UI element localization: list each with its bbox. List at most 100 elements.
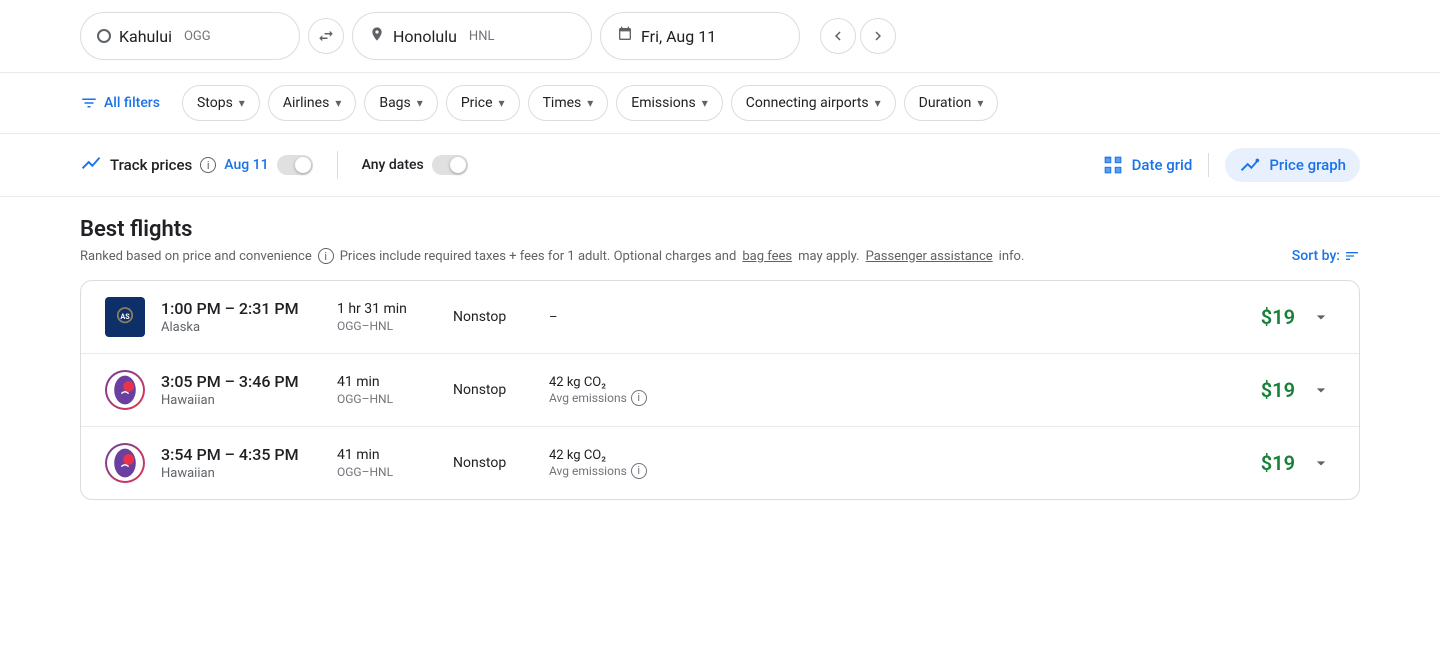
track-info-icon[interactable]: i [200, 157, 216, 173]
ranked-info-icon[interactable]: i [318, 248, 334, 264]
filter-bar: All filters Stops ▾ Airlines ▾ Bags ▾ Pr… [0, 73, 1440, 134]
all-filters-button[interactable]: All filters [80, 85, 174, 121]
origin-circle-icon [97, 29, 111, 43]
track-right-section: Date grid Price graph [1102, 148, 1360, 182]
emission-value-1: – [549, 310, 669, 325]
duration-label: Duration [919, 95, 972, 111]
hawaiian-logo-1 [105, 370, 145, 410]
calendar-icon [617, 26, 633, 46]
airlines-chevron-icon: ▾ [335, 96, 341, 110]
date-field[interactable]: Fri, Aug 11 [600, 12, 800, 60]
origin-city: Kahului [119, 27, 172, 46]
flight-airline-1: Alaska [161, 320, 321, 335]
price-value-1: $19 [1261, 305, 1295, 329]
price-graph-icon [1239, 154, 1261, 176]
may-apply-text: may apply. [798, 249, 859, 264]
times-chevron-icon: ▾ [587, 96, 593, 110]
flight-stops-1: Nonstop [453, 309, 533, 325]
expand-flight-3-button[interactable] [1307, 449, 1335, 477]
connecting-airports-label: Connecting airports [746, 95, 869, 111]
price-value-3: $19 [1261, 451, 1295, 475]
expand-flight-2-button[interactable] [1307, 376, 1335, 404]
chevron-down-icon [1311, 380, 1331, 400]
chevron-left-icon [829, 27, 847, 45]
flight-emissions-2: 42 kg CO₂ Avg emissions i [549, 375, 669, 406]
flight-route-1: OGG–HNL [337, 319, 437, 333]
emission-sub-3: Avg emissions i [549, 463, 669, 479]
swap-icon [317, 27, 335, 45]
destination-field[interactable]: Honolulu HNL [352, 12, 592, 60]
date-grid-label: Date grid [1132, 156, 1193, 174]
hawaiian-airlines-logo-image [107, 372, 143, 408]
flight-row[interactable]: AS 1:00 PM – 2:31 PM Alaska 1 hr 31 min … [81, 281, 1359, 354]
times-filter-button[interactable]: Times ▾ [528, 85, 609, 121]
any-dates-label: Any dates [362, 157, 424, 173]
flight-row[interactable]: 3:05 PM – 3:46 PM Hawaiian 41 min OGG–HN… [81, 354, 1359, 427]
duration-filter-button[interactable]: Duration ▾ [904, 85, 999, 121]
chevron-down-icon [1311, 307, 1331, 327]
destination-city: Honolulu [393, 27, 457, 46]
flight-duration-time-1: 1 hr 31 min [337, 301, 437, 317]
flight-duration-time-2: 41 min [337, 374, 437, 390]
chevron-down-icon [1311, 453, 1331, 473]
sort-by-button[interactable]: Sort by: [1292, 248, 1360, 264]
flight-stops-3: Nonstop [453, 455, 533, 471]
prev-date-button[interactable] [820, 18, 856, 54]
price-filter-button[interactable]: Price ▾ [446, 85, 520, 121]
flight-emissions-1: – [549, 310, 669, 325]
track-prices-chart-icon [80, 152, 102, 179]
next-date-button[interactable] [860, 18, 896, 54]
connecting-airports-chevron-icon: ▾ [875, 96, 881, 110]
destination-pin-icon [369, 26, 385, 46]
any-dates-toggle[interactable] [432, 155, 468, 175]
destination-code: HNL [469, 29, 495, 44]
price-label: Price [461, 95, 493, 111]
expand-flight-1-button[interactable] [1307, 303, 1335, 331]
flight-route-2: OGG–HNL [337, 392, 437, 406]
origin-code: OGG [184, 29, 211, 44]
track-left-section: Track prices i Aug 11 Any dates [80, 151, 1102, 179]
bag-fees-link[interactable]: bag fees [742, 249, 792, 264]
date-value: Fri, Aug 11 [641, 27, 716, 46]
bags-filter-button[interactable]: Bags ▾ [364, 85, 437, 121]
info-text: info. [999, 249, 1025, 264]
flight-time-range-3: 3:54 PM – 4:35 PM [161, 445, 321, 464]
swap-button[interactable] [308, 18, 344, 54]
stops-filter-button[interactable]: Stops ▾ [182, 85, 260, 121]
flight-times-1: 1:00 PM – 2:31 PM Alaska [161, 299, 321, 335]
flight-times-2: 3:05 PM – 3:46 PM Hawaiian [161, 372, 321, 408]
flight-row[interactable]: 3:54 PM – 4:35 PM Hawaiian 41 min OGG–HN… [81, 427, 1359, 499]
alaska-logo: AS [105, 297, 145, 337]
price-graph-button[interactable]: Price graph [1225, 148, 1360, 182]
track-prices-toggle[interactable] [277, 155, 313, 175]
filter-icon [80, 94, 98, 112]
sort-icon [1344, 248, 1360, 264]
emission-info-icon-2[interactable]: i [631, 390, 647, 406]
hawaiian-airlines-logo-image-2 [107, 445, 143, 481]
flight-time-range-2: 3:05 PM – 3:46 PM [161, 372, 321, 391]
best-flights-subtitle: Ranked based on price and convenience i … [80, 248, 1360, 264]
sort-by-label: Sort by: [1292, 248, 1340, 264]
flight-times-3: 3:54 PM – 4:35 PM Hawaiian [161, 445, 321, 481]
stops-chevron-icon: ▾ [239, 96, 245, 110]
flight-airline-2: Hawaiian [161, 393, 321, 408]
flight-price-3: $19 [1261, 449, 1335, 477]
emissions-filter-button[interactable]: Emissions ▾ [616, 85, 722, 121]
connecting-airports-filter-button[interactable]: Connecting airports ▾ [731, 85, 896, 121]
flight-duration-3: 41 min OGG–HNL [337, 447, 437, 479]
emission-info-icon-3[interactable]: i [631, 463, 647, 479]
flight-duration-1: 1 hr 31 min OGG–HNL [337, 301, 437, 333]
airlines-filter-button[interactable]: Airlines ▾ [268, 85, 357, 121]
emission-sub-2: Avg emissions i [549, 390, 669, 406]
flight-time-range-1: 1:00 PM – 2:31 PM [161, 299, 321, 318]
passenger-assistance-link[interactable]: Passenger assistance [866, 249, 993, 264]
emission-value-2: 42 kg CO₂ [549, 375, 669, 390]
flight-airline-3: Hawaiian [161, 466, 321, 481]
price-graph-label: Price graph [1269, 156, 1346, 174]
price-chevron-icon: ▾ [499, 96, 505, 110]
times-label: Times [543, 95, 582, 111]
origin-field[interactable]: Kahului OGG [80, 12, 300, 60]
date-grid-button[interactable]: Date grid [1102, 154, 1193, 176]
track-bar: Track prices i Aug 11 Any dates Date gri… [0, 134, 1440, 197]
price-value-2: $19 [1261, 378, 1295, 402]
